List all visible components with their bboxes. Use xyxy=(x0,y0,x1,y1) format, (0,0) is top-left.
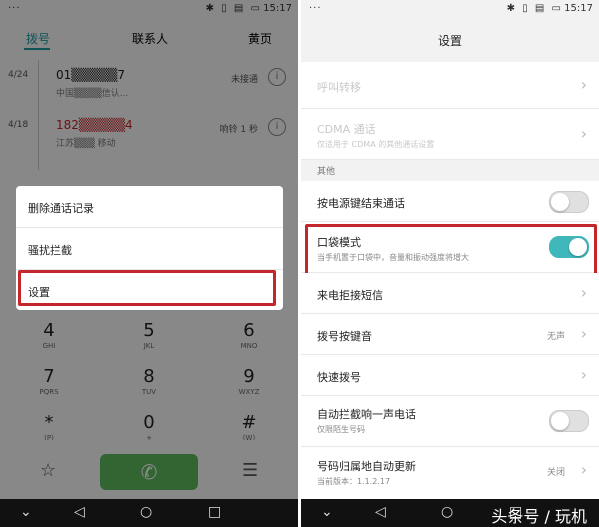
setting-title: 拨号按键音 xyxy=(317,330,372,343)
chevron-right-icon: › xyxy=(580,460,587,479)
watermark: 头条号 / 玩机 xyxy=(491,507,587,526)
status-time: 15:17 xyxy=(564,3,593,14)
menu-item-harassment-block[interactable]: 骚扰拦截 xyxy=(28,242,72,258)
home-icon[interactable]: ○ xyxy=(441,504,453,520)
chevron-right-icon: › xyxy=(580,283,587,302)
chevron-right-icon: › xyxy=(580,365,587,384)
setting-value: 无声 xyxy=(546,332,565,342)
setting-subtitle: 当前版本：1.1.2.17 xyxy=(317,477,391,486)
menu-divider xyxy=(16,227,283,228)
chevron-down-icon[interactable]: ⌄ xyxy=(321,504,333,520)
setting-subtitle: 仅适用于 CDMA 的其他通话设置 xyxy=(317,140,435,149)
back-icon[interactable]: ◁ xyxy=(74,504,85,520)
setting-title: 来电拒接短信 xyxy=(317,289,383,302)
setting-block-one-ring[interactable]: 自动拦截响一声电话 仅限陌生号码 xyxy=(301,396,599,447)
settings-screen: ··· ✱ ▯ ▤ ▭ 15:17 设置 呼叫转移 › CDMA 通话 仅适用于… xyxy=(301,0,599,527)
dialer-screen: ··· ✱ ▯ ▤ ▭ 15:17 拨号 联系人 黄页 4/24 01▒▒▒▒▒… xyxy=(0,0,298,527)
status-icons: ✱ ▯ ▤ ▭ xyxy=(506,3,563,14)
menu-item-delete-call-log[interactable]: 删除通话记录 xyxy=(28,200,94,216)
setting-title: 号码归属地自动更新 xyxy=(317,460,416,473)
setting-title: 呼叫转移 xyxy=(317,81,361,94)
chevron-right-icon: › xyxy=(580,75,587,94)
setting-reject-sms[interactable]: 来电拒接短信 › xyxy=(301,273,599,314)
status-dots: ··· xyxy=(309,3,322,14)
highlight-box xyxy=(305,224,597,276)
setting-cdma-call: CDMA 通话 仅适用于 CDMA 的其他通话设置 › xyxy=(301,109,599,160)
setting-title: 自动拦截响一声电话 xyxy=(317,408,416,421)
toggle-switch[interactable] xyxy=(549,410,589,432)
status-bar: ··· ✱ ▯ ▤ ▭ 15:17 xyxy=(301,0,599,20)
page-title: 设置 xyxy=(437,34,462,48)
highlight-box xyxy=(18,270,276,306)
recents-icon[interactable]: □ xyxy=(208,504,221,520)
chevron-right-icon: › xyxy=(580,324,587,343)
nav-bar: ⌄ ◁ ○ □ xyxy=(0,499,298,527)
setting-power-key-end-call[interactable]: 按电源键结束通话 xyxy=(301,181,599,222)
setting-call-forwarding: 呼叫转移 › xyxy=(301,62,599,109)
back-icon[interactable]: ◁ xyxy=(375,504,386,520)
setting-title: CDMA 通话 xyxy=(317,123,376,136)
chevron-right-icon: › xyxy=(580,124,587,143)
section-header-other: 其他 xyxy=(301,160,599,180)
chevron-down-icon[interactable]: ⌄ xyxy=(20,504,32,520)
setting-dial-tone[interactable]: 拨号按键音 无声 › xyxy=(301,314,599,355)
toggle-switch[interactable] xyxy=(549,191,589,213)
setting-subtitle: 仅限陌生号码 xyxy=(317,425,365,434)
setting-title: 快速拨号 xyxy=(317,371,361,384)
home-icon[interactable]: ○ xyxy=(140,504,152,520)
setting-title: 按电源键结束通话 xyxy=(317,197,405,210)
setting-value: 关闭 xyxy=(546,468,565,478)
setting-location-update[interactable]: 号码归属地自动更新 当前版本：1.1.2.17 关闭 › xyxy=(301,447,599,500)
setting-speed-dial[interactable]: 快速拨号 › xyxy=(301,355,599,396)
